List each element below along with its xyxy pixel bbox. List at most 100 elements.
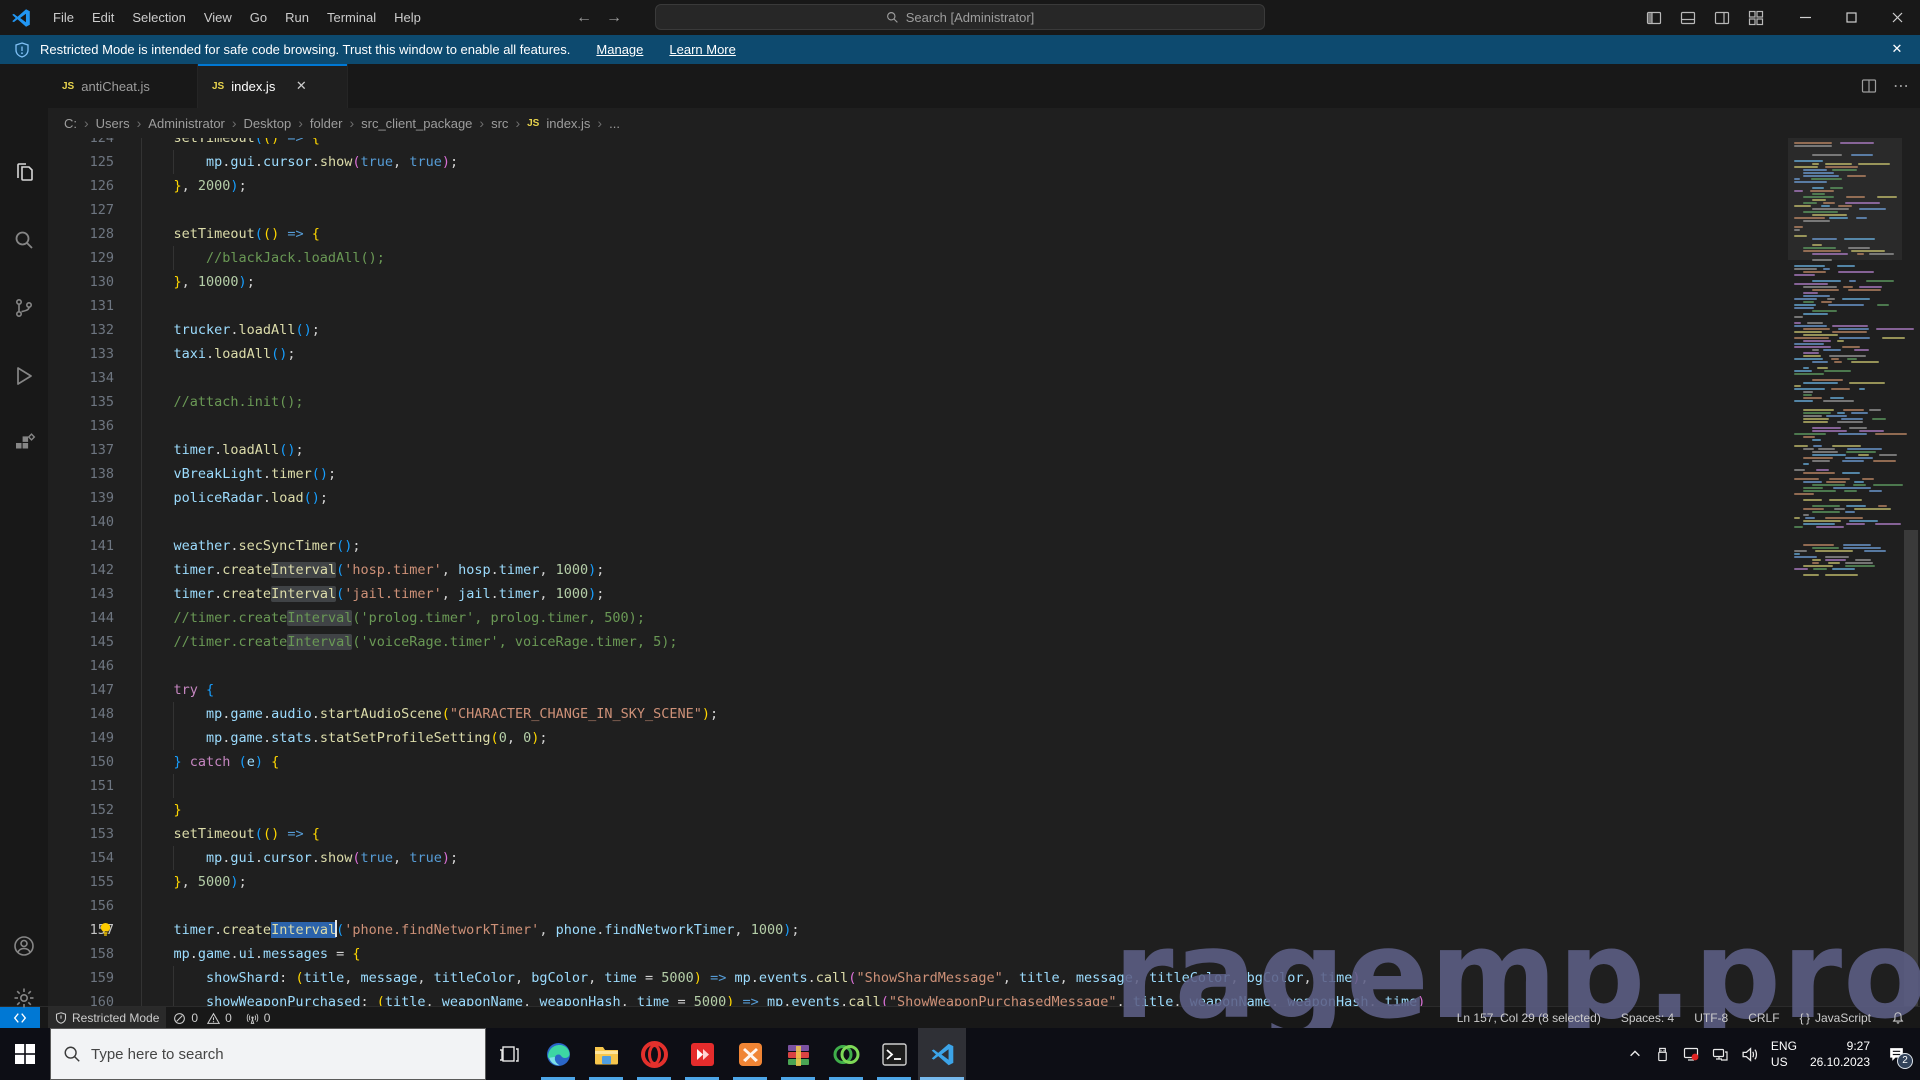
action-center-icon[interactable]: 2 (1887, 1045, 1913, 1069)
line-number: 139 (89, 490, 114, 506)
banner-close-icon[interactable]: ✕ (1888, 40, 1906, 58)
indentation-status[interactable]: Spaces: 4 (1614, 1007, 1681, 1029)
language-mode-status[interactable]: { } JavaScript (1793, 1007, 1878, 1029)
minimap[interactable] (1788, 138, 1914, 1006)
problems-status[interactable]: 0 0 (166, 1007, 238, 1029)
toggle-panel-icon[interactable] (1680, 10, 1696, 26)
code-line-141: 141 weather.secSyncTimer(); (48, 534, 1788, 558)
code-line-148: 148 mp.game.audio.startAudioScene("CHARA… (48, 702, 1788, 726)
taskbar-search-input[interactable] (91, 1045, 451, 1063)
code-text: //attach.init(); (141, 390, 304, 414)
code-line-150: 150 } catch (e) { (48, 750, 1788, 774)
menu-terminal[interactable]: Terminal (318, 6, 385, 29)
menu-edit[interactable]: Edit (83, 6, 123, 29)
eol-label: CRLF (1748, 1011, 1780, 1025)
code-line-142: 142 timer.createInterval('hosp.timer', h… (48, 558, 1788, 582)
encoding-status[interactable]: UTF-8 (1687, 1007, 1735, 1029)
search-icon[interactable] (0, 218, 48, 262)
extensions-icon[interactable] (0, 422, 48, 466)
code-text: try { (141, 678, 214, 702)
language-indicator[interactable]: ENG US (1771, 1038, 1797, 1070)
customize-layout-icon[interactable] (1748, 10, 1764, 26)
more-actions-icon[interactable]: ⋯ (1893, 76, 1910, 96)
back-arrow-icon[interactable]: ← (576, 9, 592, 27)
breadcrumb-item-C[interactable]: C: (64, 116, 77, 131)
tab-antiCheat.js[interactable]: JS antiCheat.js (48, 64, 198, 108)
forward-arrow-icon[interactable]: → (606, 9, 622, 27)
notifications-bell[interactable] (1884, 1007, 1912, 1029)
shield-icon (15, 41, 29, 58)
account-icon[interactable] (0, 924, 48, 968)
manage-link[interactable]: Manage (596, 42, 643, 57)
js-file-icon: JS (62, 80, 75, 92)
remote-session-icon[interactable] (1683, 1046, 1699, 1062)
toggle-sidebar-icon[interactable] (1646, 10, 1662, 26)
menu-go[interactable]: Go (241, 6, 276, 29)
opera-icon[interactable] (630, 1028, 678, 1080)
command-center-search[interactable]: Search [Administrator] (655, 4, 1265, 30)
restricted-mode-status[interactable]: Restricted Mode (48, 1007, 167, 1029)
search-icon (64, 1046, 80, 1062)
menu-selection[interactable]: Selection (123, 6, 194, 29)
tab-close-icon[interactable]: ✕ (291, 76, 311, 96)
minimap-content (1788, 138, 1914, 1006)
js-file-icon: JS (212, 80, 225, 92)
line-number: 137 (89, 442, 114, 458)
source-control-icon[interactable] (0, 286, 48, 330)
menu-view[interactable]: View (195, 6, 241, 29)
maximize-button[interactable] (1828, 0, 1874, 35)
breadcrumb-item-folder[interactable]: folder (291, 115, 343, 131)
run-debug-icon[interactable] (0, 354, 48, 398)
breadcrumb-item-src[interactable]: src (472, 115, 508, 131)
red-app-icon[interactable] (678, 1028, 726, 1080)
network-icon[interactable] (1712, 1046, 1728, 1062)
eol-status[interactable]: CRLF (1741, 1007, 1786, 1029)
code-text: //blackJack.loadAll(); (141, 246, 385, 270)
toggle-secondary-sidebar-icon[interactable] (1714, 10, 1730, 26)
volume-icon[interactable] (1741, 1046, 1758, 1063)
breadcrumb-item-Desktop[interactable]: Desktop (225, 115, 292, 131)
breadcrumb-item-srcclientpackage[interactable]: src_client_package (342, 115, 472, 131)
ports-status[interactable]: 0 (239, 1007, 278, 1029)
clock[interactable]: 9:27 26.10.2023 (1810, 1038, 1870, 1070)
vertical-scrollbar[interactable] (1902, 138, 1920, 1006)
code-line-135: 135 //attach.init(); (48, 390, 1788, 414)
file-explorer-icon[interactable] (582, 1028, 630, 1080)
breadcrumb-item-Administrator[interactable]: Administrator (130, 115, 225, 131)
clock-time: 9:27 (1846, 1038, 1870, 1053)
vscode-icon[interactable] (918, 1028, 966, 1080)
menu-help[interactable]: Help (385, 6, 430, 29)
menu-file[interactable]: File (44, 6, 83, 29)
settings-gear-icon[interactable] (0, 976, 48, 1020)
close-window-button[interactable] (1874, 0, 1920, 35)
tab-index.js[interactable]: JS index.js ✕ (198, 64, 348, 108)
code-line-155: 155 }, 5000); (48, 870, 1788, 894)
lightbulb-icon[interactable] (98, 922, 113, 937)
breadcrumb-item-[interactable]: ... (590, 115, 620, 131)
cursor-position-status[interactable]: Ln 157, Col 29 (8 selected) (1450, 1007, 1608, 1029)
code-line-147: 147 try { (48, 678, 1788, 702)
line-number: 160 (89, 994, 114, 1006)
line-number: 158 (89, 946, 114, 962)
split-editor-icon[interactable] (1861, 78, 1877, 94)
start-button[interactable] (0, 1028, 50, 1080)
code-text: timer.createInterval('hosp.timer', hosp.… (141, 558, 604, 582)
taskbar-search[interactable] (50, 1028, 486, 1080)
menu-run[interactable]: Run (276, 6, 318, 29)
breadcrumb-item-indexjs[interactable]: JS index.js (508, 115, 590, 131)
green-rings-icon[interactable] (822, 1028, 870, 1080)
minimize-button[interactable] (1782, 0, 1828, 35)
code-editor[interactable]: 124 setTimeout(() => {125 mp.gui.cursor.… (48, 138, 1788, 1006)
task-view-icon[interactable] (486, 1028, 534, 1080)
tray-chevron-up-icon[interactable] (1628, 1047, 1642, 1061)
edge-icon[interactable] (534, 1028, 582, 1080)
scrollbar-thumb[interactable] (1904, 530, 1918, 1006)
activity-bar (0, 64, 48, 1008)
usb-device-icon[interactable] (1655, 1047, 1670, 1062)
explorer-icon[interactable] (0, 150, 48, 194)
terminal-icon[interactable] (870, 1028, 918, 1080)
xampp-icon[interactable] (726, 1028, 774, 1080)
winrar-icon[interactable] (774, 1028, 822, 1080)
breadcrumb-item-Users[interactable]: Users (77, 115, 130, 131)
learn-more-link[interactable]: Learn More (669, 42, 735, 57)
